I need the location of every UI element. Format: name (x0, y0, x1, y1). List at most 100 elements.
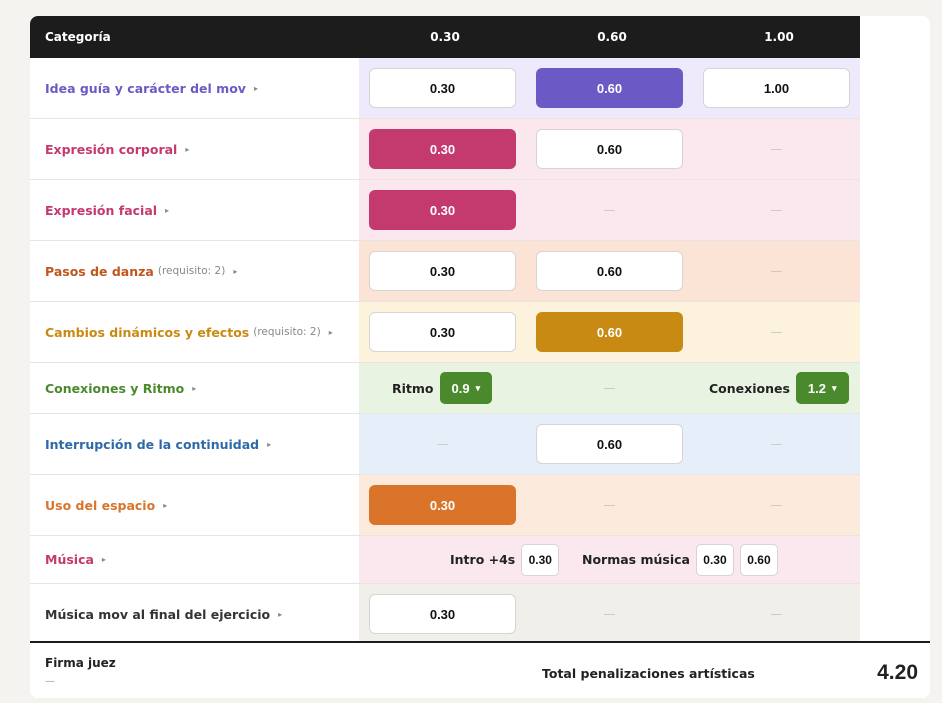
row-corporal: Expresión corporal ▸ 0.30 0.60 — (30, 119, 860, 180)
ritmo-label: Ritmo (392, 380, 434, 396)
row-label-corporal[interactable]: Expresión corporal ▸ (30, 119, 359, 179)
expand-arrow-icon: ▸ (253, 83, 258, 93)
header-col-100: 1.00 (764, 30, 794, 44)
empty-cell: — (770, 142, 783, 156)
expand-arrow-icon: ▸ (165, 205, 170, 215)
idea-030-button[interactable]: 0.30 (369, 68, 516, 108)
empty-cell: — (603, 607, 616, 621)
empty-cell: — (770, 264, 783, 278)
signature-value: — (45, 676, 55, 687)
row-conexiones: Conexiones y Ritmo ▸ Ritmo 0.9 ▾ — Conex… (30, 363, 860, 414)
idea-100-button[interactable]: 1.00 (703, 68, 850, 108)
row-label-musica-mov[interactable]: Música mov al final del ejercicio ▸ (30, 584, 359, 644)
penalties-panel: Categoría 0.30 0.60 1.00 Idea guía y car… (30, 16, 930, 698)
row-cells-corporal: 0.30 0.60 — (359, 119, 860, 179)
espacio-030-button[interactable]: 0.30 (369, 485, 516, 525)
penalties-table: Categoría 0.30 0.60 1.00 Idea guía y car… (30, 16, 860, 644)
row-label-text: Pasos de danza (45, 263, 154, 279)
expand-arrow-icon: ▸ (101, 555, 106, 564)
row-label-espacio[interactable]: Uso del espacio ▸ (30, 475, 359, 535)
expand-arrow-icon: ▸ (192, 383, 197, 393)
empty-cell: — (603, 203, 616, 217)
corporal-060-button[interactable]: 0.60 (536, 129, 683, 169)
row-cells-facial: 0.30 — — (359, 180, 860, 240)
row-cells-cambios: 0.30 0.60 — (359, 302, 860, 362)
conexiones-label: Conexiones (709, 380, 790, 396)
row-label-conexiones[interactable]: Conexiones y Ritmo ▸ (30, 363, 359, 413)
empty-cell: — (770, 203, 783, 217)
conexiones-dropdown[interactable]: 1.2 ▾ (795, 372, 849, 404)
conexiones-value: 1.2 (807, 380, 826, 396)
normas-030-button[interactable]: 0.30 (695, 543, 734, 576)
interrupcion-060-button[interactable]: 0.60 (536, 424, 683, 464)
row-cells-espacio: 0.30 — — (359, 475, 860, 535)
row-label-cambios[interactable]: Cambios dinámicos y efectos (requisito: … (30, 302, 359, 362)
ritmo-value: 0.9 (451, 380, 470, 396)
row-cells-interrupcion: — 0.60 — (359, 414, 860, 474)
row-cambios: Cambios dinámicos y efectos (requisito: … (30, 302, 860, 363)
row-cells-conexiones: Ritmo 0.9 ▾ — Conexiones 1.2 ▾ (359, 363, 860, 413)
row-label-text: Interrupción de la continuidad (45, 436, 260, 452)
row-facial: Expresión facial ▸ 0.30 — — (30, 180, 860, 241)
row-label-text: Idea guía y carácter del mov (45, 80, 246, 96)
row-label-idea[interactable]: Idea guía y carácter del mov ▸ (30, 58, 359, 118)
normas-label: Normas música (582, 552, 690, 567)
row-label-pasos[interactable]: Pasos de danza (requisito: 2) ▸ (30, 241, 359, 301)
ritmo-group: Ritmo 0.9 ▾ (392, 363, 493, 413)
empty-cell: — (603, 498, 616, 512)
row-interrupcion: Interrupción de la continuidad ▸ — 0.60 … (30, 414, 860, 475)
intro-group: Intro +4s 0.30 (450, 536, 560, 583)
normas-060-button[interactable]: 0.60 (739, 543, 778, 576)
pasos-060-button[interactable]: 0.60 (536, 251, 683, 291)
row-cells-musica: Intro +4s 0.30 Normas música 0.30 0.60 (359, 536, 860, 583)
conexiones-group: Conexiones 1.2 ▾ (709, 363, 849, 413)
musica-mov-030-button[interactable]: 0.30 (369, 594, 516, 634)
empty-cell: — (770, 437, 783, 451)
chevron-down-icon: ▾ (831, 382, 837, 393)
expand-arrow-icon: ▸ (278, 609, 283, 619)
row-label-interrupcion[interactable]: Interrupción de la continuidad ▸ (30, 414, 359, 474)
cambios-030-button[interactable]: 0.30 (369, 312, 516, 352)
row-label-facial[interactable]: Expresión facial ▸ (30, 180, 359, 240)
idea-060-button[interactable]: 0.60 (536, 68, 683, 108)
row-label-text: Música (45, 552, 94, 567)
row-espacio: Uso del espacio ▸ 0.30 — — (30, 475, 860, 536)
empty-cell: — (770, 607, 783, 621)
chevron-down-icon: ▾ (475, 382, 481, 393)
row-pasos: Pasos de danza (requisito: 2) ▸ 0.30 0.6… (30, 241, 860, 302)
row-musica: Música ▸ Intro +4s 0.30 Normas música 0.… (30, 536, 860, 584)
expand-arrow-icon: ▸ (267, 439, 272, 449)
header-col-060: 0.60 (597, 30, 627, 44)
row-idea: Idea guía y carácter del mov ▸ 0.30 0.60… (30, 58, 860, 119)
total-value: 4.20 (877, 661, 918, 684)
row-cells-musica-mov: 0.30 — — (359, 584, 860, 644)
empty-cell: — (603, 381, 616, 395)
intro-label: Intro +4s (450, 552, 516, 567)
pasos-030-button[interactable]: 0.30 (369, 251, 516, 291)
normas-group: Normas música 0.30 0.60 (582, 536, 778, 583)
row-cells-pasos: 0.30 0.60 — (359, 241, 860, 301)
facial-030-button[interactable]: 0.30 (369, 190, 516, 230)
expand-arrow-icon: ▸ (185, 144, 190, 154)
expand-arrow-icon: ▸ (328, 327, 333, 337)
empty-cell: — (770, 498, 783, 512)
cambios-060-button[interactable]: 0.60 (536, 312, 683, 352)
expand-arrow-icon: ▸ (163, 500, 168, 510)
expand-arrow-icon: ▸ (233, 266, 238, 276)
requirement-note: (requisito: 2) (253, 326, 321, 338)
empty-cell: — (436, 437, 449, 451)
corporal-030-button[interactable]: 0.30 (369, 129, 516, 169)
ritmo-dropdown[interactable]: 0.9 ▾ (439, 372, 493, 404)
row-label-text: Conexiones y Ritmo (45, 380, 185, 396)
row-label-text: Cambios dinámicos y efectos (45, 324, 250, 340)
total-label: Total penalizaciones artísticas (542, 666, 755, 681)
intro-030-button[interactable]: 0.30 (521, 543, 560, 576)
row-label-text: Uso del espacio (45, 497, 156, 513)
row-label-text: Expresión corporal (45, 141, 178, 157)
header-category: Categoría (45, 30, 111, 44)
empty-cell: — (770, 325, 783, 339)
row-cells-idea: 0.30 0.60 1.00 (359, 58, 860, 118)
signature-label: Firma juez (45, 656, 116, 670)
table-header: Categoría 0.30 0.60 1.00 (30, 16, 860, 58)
row-label-musica[interactable]: Música ▸ (30, 536, 359, 583)
